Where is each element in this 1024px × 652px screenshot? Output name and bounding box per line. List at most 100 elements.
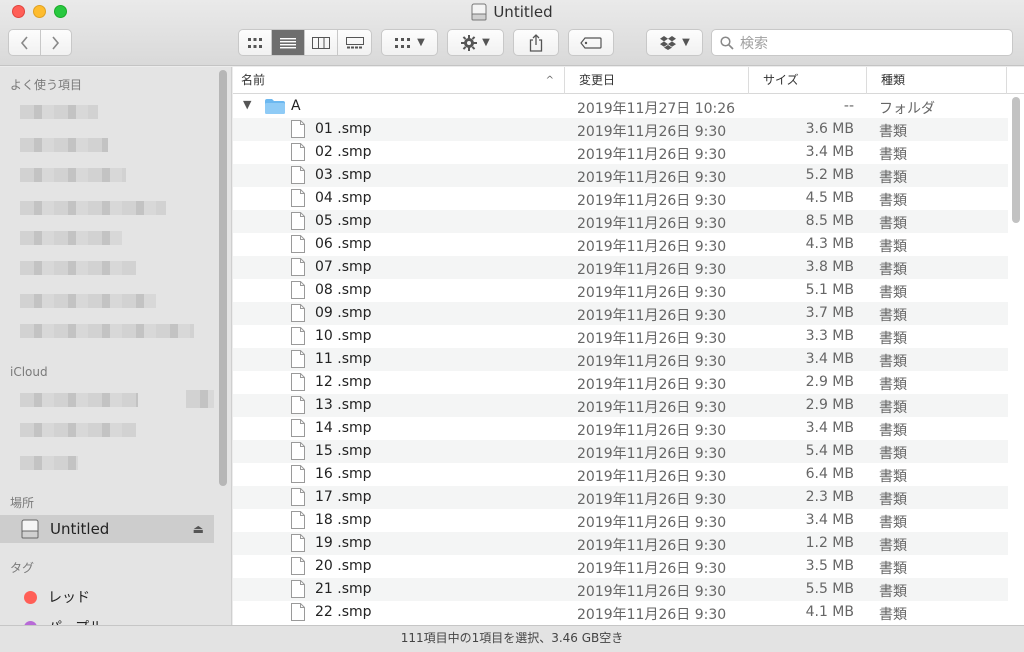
sidebar: よく使う項目 iCloud 場所 Untitled ⏏ タグ レッド パープル <box>0 67 232 625</box>
sidebar-tag-purple[interactable]: パープル <box>24 617 103 625</box>
share-button[interactable] <box>513 29 559 56</box>
back-button[interactable] <box>9 30 41 55</box>
sidebar-item-favorite[interactable] <box>20 294 156 308</box>
table-row[interactable]: 06 .smp 2019年11月26日 9:30 4.3 MB 書類 <box>233 233 1008 256</box>
sidebar-item-icloud[interactable] <box>20 393 138 407</box>
group-button[interactable]: ▼ <box>381 29 438 56</box>
disclosure-triangle-icon[interactable]: ▼ <box>243 98 251 111</box>
dropbox-button[interactable]: ▼ <box>646 29 703 56</box>
table-row[interactable]: 19 .smp 2019年11月26日 9:30 1.2 MB 書類 <box>233 532 1008 555</box>
table-row[interactable]: 20 .smp 2019年11月26日 9:30 3.5 MB 書類 <box>233 555 1008 578</box>
table-row[interactable]: 01 .smp 2019年11月26日 9:30 3.6 MB 書類 <box>233 118 1008 141</box>
share-icon <box>529 33 543 52</box>
file-size: 1.2 MB <box>805 535 854 551</box>
window-title-area: Untitled <box>0 3 1024 21</box>
column-header-row: 名前 ^ 変更日 サイズ 種類 <box>233 67 1024 94</box>
table-row[interactable]: 05 .smp 2019年11月26日 9:30 8.5 MB 書類 <box>233 210 1008 233</box>
sidebar-item-favorite[interactable] <box>20 201 166 215</box>
eject-icon[interactable]: ⏏ <box>193 522 204 536</box>
sidebar-tag-red[interactable]: レッド <box>24 587 90 607</box>
file-date: 2019年11月26日 9:30 <box>577 354 727 370</box>
table-row[interactable]: 07 .smp 2019年11月26日 9:30 3.8 MB 書類 <box>233 256 1008 279</box>
document-icon <box>291 557 305 575</box>
file-kind: 書類 <box>879 170 907 186</box>
file-date: 2019年11月26日 9:30 <box>577 561 727 577</box>
status-text: 111項目中の1項目を選択、3.46 GB空き <box>400 631 624 645</box>
document-icon <box>291 235 305 253</box>
document-icon <box>291 327 305 345</box>
document-icon <box>291 281 305 299</box>
document-icon <box>291 120 305 138</box>
table-row[interactable]: 08 .smp 2019年11月26日 9:30 5.1 MB 書類 <box>233 279 1008 302</box>
gallery-view-button[interactable] <box>338 30 371 55</box>
table-row[interactable]: 11 .smp 2019年11月26日 9:30 3.4 MB 書類 <box>233 348 1008 371</box>
sidebar-item-untitled[interactable]: Untitled ⏏ <box>0 515 214 543</box>
table-row[interactable]: 12 .smp 2019年11月26日 9:30 2.9 MB 書類 <box>233 371 1008 394</box>
file-kind: 書類 <box>879 400 907 416</box>
document-icon <box>291 212 305 230</box>
table-row[interactable]: 18 .smp 2019年11月26日 9:30 3.4 MB 書類 <box>233 509 1008 532</box>
column-header-date[interactable]: 変更日 <box>571 67 749 94</box>
table-row[interactable]: 04 .smp 2019年11月26日 9:30 4.5 MB 書類 <box>233 187 1008 210</box>
document-icon <box>291 143 305 161</box>
file-size: 4.1 MB <box>805 604 854 620</box>
table-row[interactable]: 22 .smp 2019年11月26日 9:30 4.1 MB 書類 <box>233 601 1008 624</box>
file-kind: 書類 <box>879 216 907 232</box>
sidebar-item-icloud[interactable] <box>20 423 136 437</box>
file-date: 2019年11月26日 9:30 <box>577 584 727 600</box>
file-list-scrollbar[interactable] <box>1012 97 1020 223</box>
file-kind: 書類 <box>879 469 907 485</box>
table-row[interactable]: 21 .smp 2019年11月26日 9:30 5.5 MB 書類 <box>233 578 1008 601</box>
document-icon <box>291 603 305 621</box>
file-size: 5.2 MB <box>805 167 854 183</box>
action-button[interactable]: ▼ <box>447 29 504 56</box>
file-rows: ▼ A 2019年11月27日 10:26 -- フォルダ 01 .smp 201… <box>233 95 1008 624</box>
file-date: 2019年11月26日 9:30 <box>577 285 727 301</box>
forward-button[interactable] <box>41 30 72 55</box>
gallery-view-icon <box>345 36 364 48</box>
file-kind: 書類 <box>879 538 907 554</box>
sidebar-item-favorite[interactable] <box>20 261 136 275</box>
column-header-name[interactable]: 名前 ^ <box>233 67 565 94</box>
chevron-down-icon: ▼ <box>417 37 425 48</box>
sidebar-item-favorite[interactable] <box>20 231 122 245</box>
column-view-button[interactable] <box>305 30 338 55</box>
sidebar-item-favorite[interactable] <box>20 138 108 152</box>
sidebar-item-favorite[interactable] <box>20 105 98 119</box>
document-icon <box>291 189 305 207</box>
file-date: 2019年11月26日 9:30 <box>577 331 727 347</box>
sidebar-item-favorite[interactable] <box>20 324 194 338</box>
column-header-kind[interactable]: 種類 <box>873 67 1007 94</box>
file-size: 3.3 MB <box>805 328 854 344</box>
file-date: 2019年11月26日 9:30 <box>577 423 727 439</box>
table-row[interactable]: 15 .smp 2019年11月26日 9:30 5.4 MB 書類 <box>233 440 1008 463</box>
file-date: 2019年11月26日 9:30 <box>577 492 727 508</box>
table-row[interactable]: 03 .smp 2019年11月26日 9:30 5.2 MB 書類 <box>233 164 1008 187</box>
table-row-folder[interactable]: ▼ A 2019年11月27日 10:26 -- フォルダ <box>233 95 1008 118</box>
status-bar: 111項目中の1項目を選択、3.46 GB空き <box>0 625 1024 652</box>
sidebar-item-icloud[interactable] <box>20 456 78 470</box>
sidebar-item-favorite[interactable] <box>20 168 126 182</box>
file-date: 2019年11月26日 9:30 <box>577 262 727 278</box>
file-date: 2019年11月26日 9:30 <box>577 170 727 186</box>
table-row[interactable]: 02 .smp 2019年11月26日 9:30 3.4 MB 書類 <box>233 141 1008 164</box>
file-kind: 書類 <box>879 262 907 278</box>
icon-view-button[interactable] <box>239 30 272 55</box>
search-placeholder: 検索 <box>740 35 768 52</box>
list-view-button[interactable] <box>272 30 305 55</box>
file-size: 3.4 MB <box>805 144 854 160</box>
table-row[interactable]: 10 .smp 2019年11月26日 9:30 3.3 MB 書類 <box>233 325 1008 348</box>
table-row[interactable]: 09 .smp 2019年11月26日 9:30 3.7 MB 書類 <box>233 302 1008 325</box>
search-field[interactable]: 検索 <box>711 29 1013 56</box>
file-name: 08 .smp <box>315 282 372 298</box>
folder-icon <box>265 99 285 114</box>
table-row[interactable]: 13 .smp 2019年11月26日 9:30 2.9 MB 書類 <box>233 394 1008 417</box>
file-name: 19 .smp <box>315 535 372 551</box>
sidebar-scrollbar[interactable] <box>219 70 227 486</box>
edit-tags-button[interactable] <box>568 29 614 56</box>
column-header-size[interactable]: サイズ <box>755 67 867 94</box>
table-row[interactable]: 16 .smp 2019年11月26日 9:30 6.4 MB 書類 <box>233 463 1008 486</box>
table-row[interactable]: 17 .smp 2019年11月26日 9:30 2.3 MB 書類 <box>233 486 1008 509</box>
table-row[interactable]: 14 .smp 2019年11月26日 9:30 3.4 MB 書類 <box>233 417 1008 440</box>
file-name: A <box>291 98 301 114</box>
